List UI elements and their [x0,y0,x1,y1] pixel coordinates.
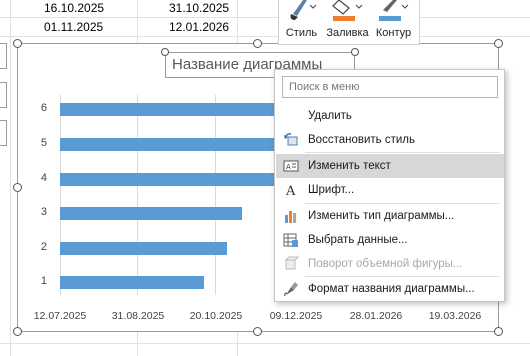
title-handle[interactable] [351,48,359,56]
menu-separator [305,152,500,153]
chart-bar[interactable] [60,242,228,255]
x-tick-label: 20.10.2025 [189,310,243,322]
outline-label: Контур [375,27,412,39]
style-label: Стиль [285,27,318,39]
menu-item-select-data[interactable]: Выбрать данные... [276,228,504,252]
y-tick-label: 5 [40,137,47,149]
chart-bar[interactable] [60,103,290,116]
format-icon [284,282,298,297]
menu-item-label: Удалить [308,110,352,122]
font-icon: A [285,184,296,198]
menu-item-label: Поворот объемной фигуры... [308,258,463,270]
cell-r1-c2[interactable]: 31.10.2025 [169,0,229,17]
menu-search-input[interactable]: Поиск в меню [282,76,498,98]
side-handle [0,120,7,146]
chart-bar[interactable] [60,276,204,289]
fill-bucket-icon [332,0,363,21]
resize-handle[interactable] [253,327,262,336]
chart-bar[interactable] [60,207,242,220]
y-tick-label: 2 [40,241,47,253]
menu-item-delete[interactable]: Удалить [276,104,504,128]
menu-item-reset-style[interactable]: Восстановить стиль [276,128,504,152]
resize-handle[interactable] [13,39,22,48]
svg-text:A: A [286,163,291,171]
menu-item-label: Формат названия диаграммы... [308,283,475,295]
resize-handle[interactable] [13,183,22,192]
fill-button[interactable]: Заливка [325,0,370,44]
menu-item-label: Изменить текст [308,160,391,172]
chart-type-icon [285,211,296,223]
reset-style-icon [284,133,298,146]
menu-item-label: Шрифт... [308,184,355,196]
cell-r2-c1[interactable]: 01.11.2025 [44,18,103,36]
resize-handle[interactable] [253,39,262,48]
cell-r2-c2[interactable]: 12.01.2026 [169,18,229,36]
x-tick-label: 28.01.2026 [349,310,403,322]
brush-icon [290,0,317,20]
side-handle [0,82,7,108]
style-button[interactable]: Стиль [279,0,324,44]
select-data-icon [283,233,298,247]
gridline [215,95,216,295]
cell-r1-c1[interactable]: 16.10.2025 [44,0,104,17]
y-tick-label: 1 [40,275,47,287]
chart-bar[interactable] [60,173,290,186]
resize-handle[interactable] [494,39,503,48]
outline-button[interactable]: Контур [371,0,416,44]
fill-label: Заливка [326,27,369,39]
menu-item-label: Выбрать данные... [308,234,408,246]
title-handle[interactable] [161,48,169,56]
menu-item-change-chart-type[interactable]: Изменить тип диаграммы... [276,204,504,228]
menu-item-label: Изменить тип диаграммы... [308,210,455,222]
menu-item-3d-rotation: Поворот объемной фигуры... [276,252,504,276]
x-tick-label: 31.08.2025 [111,310,165,322]
x-tick-label: 09.12.2025 [269,310,323,322]
menu-item-edit-text[interactable]: A Изменить текст [276,154,504,178]
menu-item-format-title[interactable]: Формат названия диаграммы... [276,277,504,301]
svg-text:A: A [285,184,296,198]
edit-text-icon: A [283,160,299,172]
y-tick-label: 6 [40,102,47,114]
gridline [60,95,61,295]
mini-toolbar: Стиль Заливка Контур [278,0,420,45]
chart-bar[interactable] [60,138,290,151]
side-handle [0,43,7,69]
gridline [137,95,138,295]
context-menu: Поиск в меню Удалить Восстановить стиль … [274,69,505,302]
3d-rotation-icon [284,256,299,270]
resize-handle[interactable] [13,327,22,336]
y-tick-label: 3 [40,206,47,218]
menu-item-label: Восстановить стиль [308,134,415,146]
x-tick-label: 19.03.2026 [428,310,482,322]
resize-handle[interactable] [494,327,503,336]
outline-pen-icon [379,0,409,21]
menu-item-font[interactable]: A Шрифт... [276,178,504,202]
x-tick-label: 12.07.2025 [33,310,87,322]
y-tick-label: 4 [40,172,47,184]
